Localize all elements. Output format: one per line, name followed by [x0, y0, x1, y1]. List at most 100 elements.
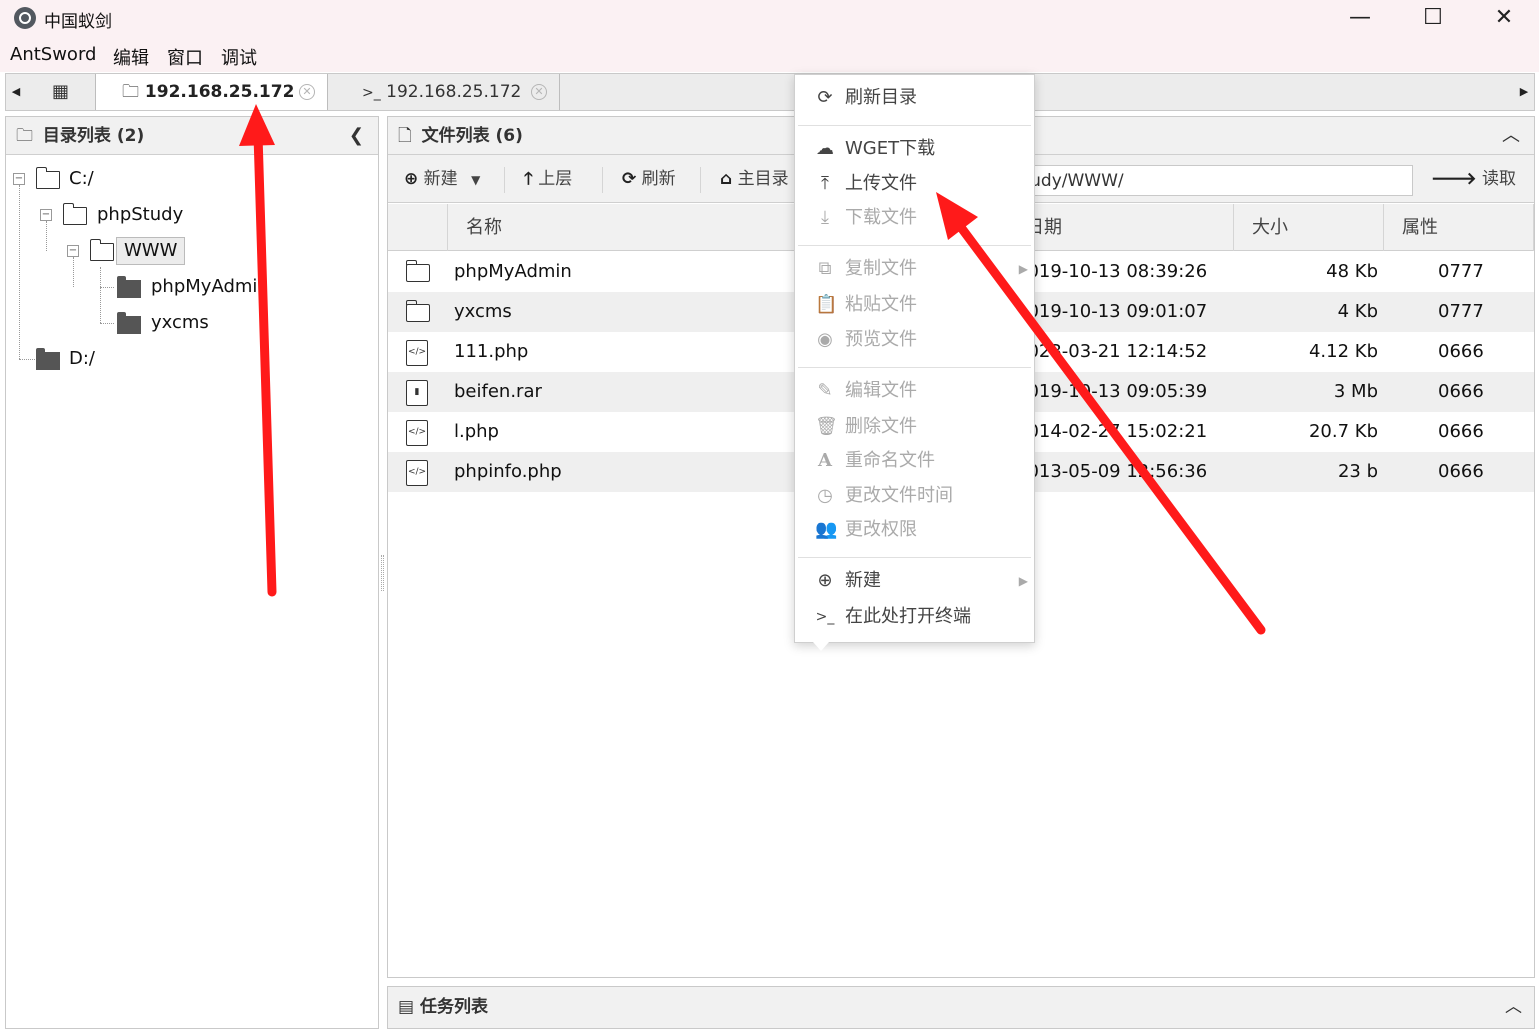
tab-scroll-right-icon[interactable]: ▶ [1514, 74, 1534, 110]
grid-icon: ▦ [52, 81, 70, 102]
tab-terminal-label: 192.168.25.172 [386, 82, 522, 102]
code-file-icon: </> [406, 420, 428, 446]
tree-collapse-icon[interactable]: − [40, 209, 52, 221]
code-file-icon: </> [406, 460, 428, 486]
menu-paste-file[interactable]: 📋 粘贴文件 [795, 288, 1034, 322]
new-button[interactable]: ⊕ 新建 ▼ [404, 165, 480, 193]
menu-change-time[interactable]: ◷ 更改文件时间 [795, 479, 1034, 513]
menu-change-permission[interactable]: 👥 更改权限 [795, 513, 1034, 547]
column-attr[interactable]: 属性 [1384, 204, 1534, 251]
tab-strip: ◀ ▦ 🗀 192.168.25.172 ✕ >_ 192.168.25.172… [5, 73, 1535, 111]
menu-label: 在此处打开终端 [845, 606, 971, 627]
menu-label: 更改权限 [845, 519, 917, 540]
close-window-button[interactable]: ✕ [1469, 0, 1539, 36]
menu-rename-file[interactable]: A 重命名文件 [795, 444, 1034, 478]
file-date: 2014-02-27 15:02:21 [1016, 421, 1208, 442]
archive-file-icon: ▮ [406, 380, 428, 406]
close-tab-icon[interactable]: ✕ [531, 84, 547, 100]
column-date[interactable]: 日期 [1008, 204, 1234, 251]
splitter-handle[interactable] [381, 555, 384, 591]
menu-new[interactable]: ⊕ 新建 ▶ [795, 564, 1034, 598]
file-attr: 0666 [1438, 381, 1484, 402]
folder-open-icon [62, 203, 87, 225]
tree-node-phpmyadmin[interactable]: phpMyAdmin [6, 271, 366, 303]
clock-icon: ◷ [817, 485, 833, 506]
edit-icon: ✎ [817, 380, 833, 401]
folder-open-icon [35, 167, 60, 189]
tab-scroll-left-icon[interactable]: ◀ [6, 74, 26, 110]
tree-node-yxcms[interactable]: yxcms [6, 307, 366, 339]
read-label: 读取 [1482, 169, 1516, 189]
code-file-icon: </> [406, 340, 428, 366]
menu-window[interactable]: 窗口 [167, 44, 203, 70]
terminal-icon: >_ [362, 85, 381, 101]
tree-label: C:/ [69, 168, 94, 189]
menu-label: 重命名文件 [845, 450, 935, 471]
menu-debug[interactable]: 调试 [221, 44, 257, 70]
tab-home-grid[interactable]: ▦ [28, 74, 96, 110]
menu-label: 编辑文件 [845, 380, 917, 401]
file-date: 2019-10-13 08:39:26 [1016, 261, 1208, 282]
folder-icon [36, 348, 60, 370]
tab-file-manager[interactable]: 🗀 192.168.25.172 ✕ [96, 74, 328, 110]
menu-edit[interactable]: 编辑 [113, 44, 149, 70]
maximize-button[interactable]: ☐ [1398, 0, 1468, 36]
trash-icon: 🗑 [815, 416, 838, 437]
tree-label: phpStudy [97, 204, 184, 225]
file-date: 2013-05-09 12:56:36 [1016, 461, 1208, 482]
folder-icon [117, 276, 141, 298]
font-icon: A [818, 450, 832, 471]
column-icon [388, 204, 448, 251]
menu-open-terminal[interactable]: >_ 在此处打开终端 [795, 600, 1034, 634]
expand-up-icon[interactable]: ︿ [1505, 987, 1522, 1028]
submenu-arrow-icon: ▶ [1018, 574, 1028, 588]
tree-node-www[interactable]: − WWW [6, 235, 366, 267]
up-level-button[interactable]: 🡑 上层 [524, 165, 572, 193]
tree-node-d-drive[interactable]: D:/ [6, 343, 366, 375]
tree-node-phpstudy[interactable]: − phpStudy [6, 199, 366, 231]
caret-down-icon: ▼ [471, 173, 481, 187]
menu-download-file[interactable]: ⤓ 下载文件 [795, 201, 1034, 235]
collapse-up-icon[interactable]: ︿ [1502, 117, 1520, 155]
terminal-icon: >_ [815, 609, 835, 625]
directory-panel-header: 🗀 目录列表 (2) ❮ [6, 117, 378, 155]
tree-collapse-icon[interactable]: − [13, 173, 25, 185]
menu-preview-file[interactable]: ◉ 预览文件 [795, 323, 1034, 357]
menu-upload-file[interactable]: ⤒ 上传文件 [795, 167, 1034, 201]
file-panel-title: 文件列表 (6) [421, 126, 523, 146]
menu-antsword[interactable]: AntSword [10, 44, 96, 65]
close-tab-icon[interactable]: ✕ [299, 84, 315, 100]
file-attr: 0777 [1438, 261, 1484, 282]
menu-label: 复制文件 [845, 258, 917, 279]
up-level-label: 上层 [538, 169, 573, 189]
file-attr: 0666 [1438, 341, 1484, 362]
tree-collapse-icon[interactable]: − [67, 245, 79, 257]
tab-terminal[interactable]: >_ 192.168.25.172 ✕ [328, 74, 560, 110]
menu-bar: AntSword 编辑 窗口 调试 [0, 40, 1539, 72]
file-size: 4 Kb [1337, 301, 1378, 322]
file-attr: 0666 [1438, 421, 1484, 442]
menu-copy-file[interactable]: ⧉ 复制文件 ▶ [795, 252, 1034, 286]
file-name: phpMyAdmin [454, 261, 572, 282]
file-date: 2023-03-21 12:14:52 [1016, 341, 1208, 362]
minimize-button[interactable]: — [1325, 0, 1395, 36]
column-size[interactable]: 大小 [1234, 204, 1384, 251]
window-title: 中国蚁剑 [44, 12, 112, 32]
refresh-button[interactable]: ⟳ 刷新 [622, 165, 676, 193]
menu-label: 刷新目录 [845, 87, 917, 108]
read-path-button[interactable]: 🡒 读取 [1431, 165, 1516, 193]
menu-wget-download[interactable]: ☁ WGET下载 [795, 132, 1034, 166]
file-size: 48 Kb [1326, 261, 1378, 282]
download-icon: ⤓ [821, 207, 829, 228]
eye-icon: ◉ [817, 329, 833, 350]
menu-edit-file[interactable]: ✎ 编辑文件 [795, 374, 1034, 408]
menu-delete-file[interactable]: 🗑 删除文件 [795, 410, 1034, 444]
collapse-left-icon[interactable]: ❮ [349, 117, 364, 155]
menu-refresh-dir[interactable]: ⟳ 刷新目录 [795, 81, 1034, 115]
refresh-label: 刷新 [641, 169, 676, 189]
refresh-icon: ⟳ [817, 87, 833, 108]
file-size: 3 Mb [1333, 381, 1378, 402]
home-dir-button[interactable]: ⌂ 主目录 [720, 165, 789, 193]
tree-node-c-drive[interactable]: − C:/ [6, 163, 366, 195]
file-size: 4.12 Kb [1308, 341, 1378, 362]
